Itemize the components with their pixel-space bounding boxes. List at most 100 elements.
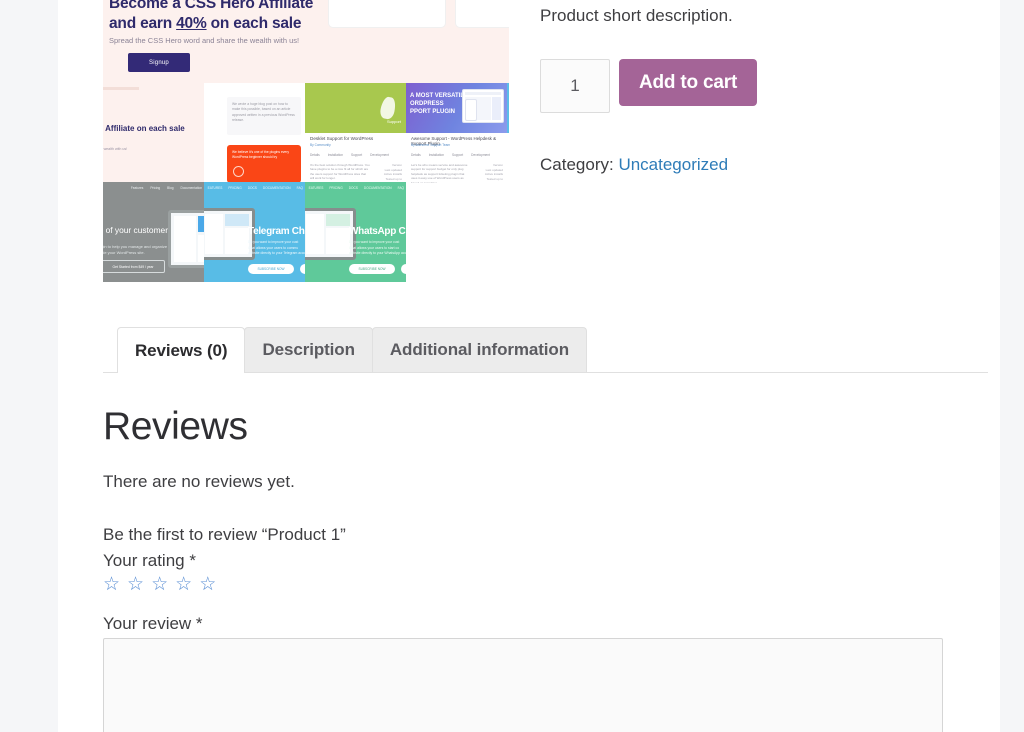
reviews-heading: Reviews bbox=[103, 405, 248, 448]
page-gutter-left bbox=[0, 0, 58, 732]
thumb-subtitle: By Awesome Support Team bbox=[411, 143, 451, 147]
monitor-header bbox=[225, 214, 249, 226]
thumb-subtitle: By Community bbox=[310, 143, 331, 147]
gallery-thumbnail-help-scout-plugin[interactable]: lp Scout Best support tools for your bus… bbox=[507, 83, 509, 183]
thumb-banner-label: Support bbox=[386, 119, 401, 124]
phone-icon bbox=[465, 99, 477, 121]
rating-label: Your rating * bbox=[103, 551, 196, 570]
gallery-main-headline: Become a CSS Hero Affiliate and earn 40%… bbox=[109, 0, 359, 34]
thumb-cta-button: Get Started from $49 / year bbox=[103, 260, 165, 273]
gallery-thumbnail-row-2: Features Pricing Blog Documentation ntro… bbox=[103, 182, 406, 282]
gallery-thumbnail-customer-support-hero[interactable]: Features Pricing Blog Documentation ntro… bbox=[103, 182, 204, 282]
star-icon-5[interactable]: ☆ bbox=[199, 575, 216, 595]
product-short-description: Product short description. bbox=[540, 6, 733, 25]
thumb-headline: Telegram Ch bbox=[248, 226, 305, 237]
thumb-nav-item: PRICING bbox=[329, 186, 343, 190]
thumb-nav-item: Features bbox=[130, 186, 144, 190]
star-icon-2[interactable]: ☆ bbox=[127, 575, 144, 595]
gallery-thumbnail-whatsapp-chat[interactable]: EATURES PRICING DOCS DOCUMENTATION FAQ W… bbox=[305, 182, 406, 282]
gallery-thumbnail-wp-support-card[interactable]: We wrote a huge blog post on how to make… bbox=[204, 83, 305, 183]
gallery-signup-button: Signup bbox=[128, 53, 190, 72]
rating-stars[interactable]: ☆ ☆ ☆ ☆ ☆ bbox=[103, 575, 988, 595]
star-icon-4[interactable]: ☆ bbox=[175, 575, 192, 595]
thumb-nav-item: Pricing bbox=[150, 186, 161, 190]
gallery-testimonial-small-1: If it weren't for #CSS_Hero I'd spend 5x… bbox=[328, 0, 446, 28]
thumb-body: Let's be who means service and awesome s… bbox=[411, 163, 468, 183]
category-link[interactable]: Uncategorized bbox=[618, 155, 728, 174]
content-column: Become a CSS Hero Affiliate and earn 40%… bbox=[58, 0, 1000, 732]
gallery-thumbnail-row-1: Hero Affiliate on each sale Share the we… bbox=[103, 83, 509, 183]
thumb-nav-item: EATURES bbox=[207, 186, 223, 190]
headline-line-2c: on each sale bbox=[206, 15, 302, 32]
thumb-nav-item: DOCS bbox=[348, 186, 358, 190]
thumb-nav: EATURES PRICING DOCS DOCUMENTATION FAQ bbox=[309, 186, 404, 190]
star-icon-1[interactable]: ☆ bbox=[103, 575, 120, 595]
thumb-body: It's the best solution through WordPress… bbox=[310, 163, 370, 181]
star-icon-3[interactable]: ☆ bbox=[151, 575, 168, 595]
thumb-nav-item: FAQ bbox=[397, 186, 404, 190]
headline-line-1: Become a CSS Hero Affiliate bbox=[109, 0, 314, 12]
thumb-sidebar: Version Last updated Active installs Tes… bbox=[376, 163, 402, 181]
thumb-nav-item: FAQ bbox=[296, 186, 303, 190]
product-tabs-list: Reviews (0) Description Additional infor… bbox=[103, 323, 988, 373]
thumb-side-item: Tested up to bbox=[486, 176, 503, 181]
thumb-sheet bbox=[507, 133, 509, 183]
banner-line-2: ORDPRESS bbox=[410, 101, 444, 107]
thumb-orange-text: We believe it's one of the plugins every… bbox=[232, 150, 290, 159]
gallery-testimonial-small-2: If you are @WordPress at all, check ou bbox=[455, 0, 509, 28]
product-summary-section: Become a CSS Hero Affiliate and earn 40%… bbox=[58, 0, 1000, 300]
page-gutter-right bbox=[1000, 0, 1024, 732]
no-reviews-message: There are no reviews yet. bbox=[103, 472, 295, 491]
headline-line-2b: 40% bbox=[176, 15, 207, 32]
monitor-sidebar bbox=[174, 216, 196, 262]
monitor-sidebar bbox=[306, 214, 324, 254]
thumb-tab: Development bbox=[471, 153, 490, 157]
tab-additional-information[interactable]: Additional information bbox=[371, 327, 587, 372]
banner-line-3: PPORT PLUGIN bbox=[410, 109, 456, 115]
thumb-nav-item: Blog bbox=[167, 186, 174, 190]
monitor-icon bbox=[168, 210, 204, 268]
thumb-headline: Hero Affiliate on each sale bbox=[103, 124, 185, 133]
thumb-tab: Development bbox=[370, 153, 389, 157]
thumb-tab: Details bbox=[310, 153, 320, 157]
thumb-quote-block: We wrote a huge blog post on how to make… bbox=[227, 97, 301, 135]
monitor-screen bbox=[326, 228, 350, 254]
product-page: Become a CSS Hero Affiliate and earn 40%… bbox=[0, 0, 1024, 732]
thumb-body: Do you want to improve your cust Chat al… bbox=[248, 240, 305, 256]
thumb-subtext: Share the wealth with us! bbox=[103, 147, 128, 151]
gallery-thumbnail-awesome-support-plugin[interactable]: a most versatile ORDPRESS PPORT PLUGIN A… bbox=[406, 83, 507, 183]
decor-bar bbox=[103, 87, 139, 90]
tab-reviews[interactable]: Reviews (0) bbox=[117, 327, 246, 373]
thumb-cta-button: SUBSCRIBE NOW bbox=[248, 264, 294, 274]
review-label: Your review * bbox=[103, 614, 203, 633]
monitor-sidebar bbox=[205, 214, 223, 254]
thumb-nav-item: Documentation bbox=[180, 186, 202, 190]
banner-line-1: a most versatile bbox=[410, 93, 469, 99]
thumb-cta-button: SUBSCRIBE NOW bbox=[349, 264, 395, 274]
thumb-side-item: Tested up to bbox=[385, 176, 402, 181]
thumb-tabs: Details Installation Support Development bbox=[411, 153, 490, 157]
product-summary: Product short description. Add to cart C… bbox=[540, 0, 970, 175]
product-gallery[interactable]: Become a CSS Hero Affiliate and earn 40%… bbox=[103, 0, 509, 288]
headline-line-2a: and earn bbox=[109, 15, 177, 32]
gallery-thumbnail-css-hero-affiliate[interactable]: Hero Affiliate on each sale Share the we… bbox=[103, 83, 204, 183]
monitor-sidebar bbox=[492, 97, 501, 120]
reviews-panel: Reviews There are no reviews yet. Be the… bbox=[103, 386, 988, 732]
thumb-nav-item: DOCS bbox=[247, 186, 257, 190]
thumb-quote-text: We wrote a huge blog post on how to make… bbox=[232, 102, 295, 123]
tab-description[interactable]: Description bbox=[244, 327, 373, 372]
gallery-thumbnail-telegram-chat[interactable]: EATURES PRICING DOCS DOCUMENTATION FAQ T… bbox=[204, 182, 305, 282]
quantity-input[interactable] bbox=[540, 59, 610, 113]
review-form-title: Be the first to review “Product 1” bbox=[103, 525, 346, 544]
thumb-banner bbox=[507, 83, 509, 133]
thumb-tab: Installation bbox=[327, 153, 343, 157]
monitor-bar bbox=[465, 92, 501, 95]
thumb-tab: Support bbox=[351, 153, 363, 157]
thumb-title: Desklet Support for WordPress bbox=[310, 136, 374, 141]
thumb-body: Do you want to improve your cust Chat al… bbox=[349, 240, 406, 256]
gallery-thumbnail-desklet-support-plugin[interactable]: Support Desklet Support for WordPress By… bbox=[305, 83, 406, 183]
add-to-cart-button[interactable]: Add to cart bbox=[619, 59, 758, 106]
thumb-tab: Support bbox=[452, 153, 464, 157]
gallery-main-subtext: Spread the CSS Hero word and share the w… bbox=[109, 36, 300, 45]
review-textarea[interactable] bbox=[103, 638, 943, 732]
